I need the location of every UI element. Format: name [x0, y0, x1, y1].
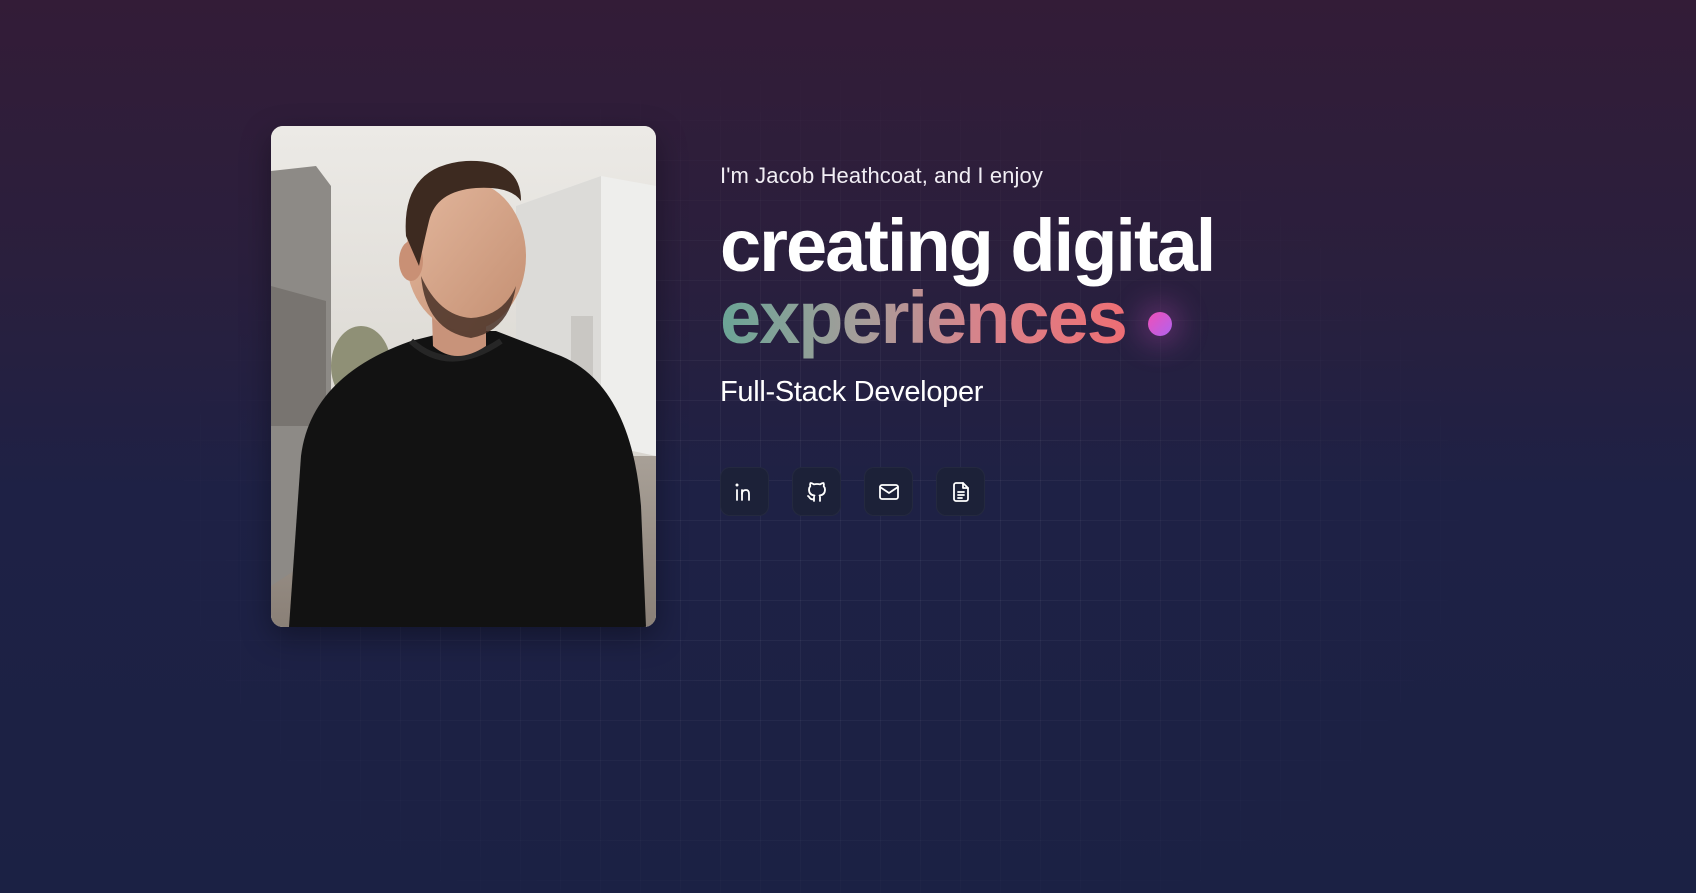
resume-button[interactable]: [936, 467, 985, 516]
headline-line-1: creating digital: [720, 204, 1216, 287]
intro-text: I'm Jacob Heathcoat, and I enjoy: [720, 163, 1043, 188]
mail-icon: [878, 483, 899, 500]
profile-photo: [271, 126, 656, 627]
accent-dot: [1147, 312, 1172, 336]
background-grid: [0, 0, 1696, 893]
github-button[interactable]: [792, 467, 841, 516]
email-button[interactable]: [864, 467, 913, 516]
github-icon: [806, 481, 826, 502]
headline-line-2: experiences: [720, 281, 1520, 362]
linkedin-button[interactable]: [720, 467, 769, 516]
social-links: [720, 467, 985, 516]
document-icon: [952, 481, 969, 502]
headline: creating digital experiences: [720, 204, 1520, 362]
role-title: Full-Stack Developer: [720, 376, 984, 408]
hero-section: I'm Jacob Heathcoat, and I enjoy creatin…: [720, 150, 1520, 409]
headline-gradient-word: experiences: [720, 281, 1128, 362]
linkedin-icon: [735, 483, 750, 501]
